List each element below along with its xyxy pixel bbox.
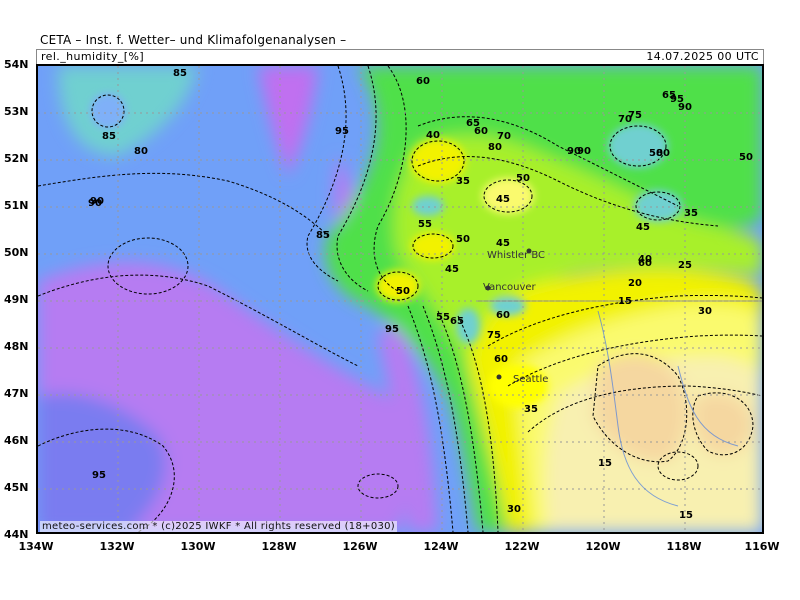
contour-label: 35 xyxy=(456,176,470,187)
lon-label-124w: 124W xyxy=(423,540,459,553)
lon-label-126w: 126W xyxy=(342,540,378,553)
contour-label: 95 xyxy=(92,470,106,481)
contour-label: 15 xyxy=(618,296,632,307)
lon-label-128w: 128W xyxy=(261,540,297,553)
humidity-map[interactable]: Whistler BC Vancouver Seattle 85 90 85 8… xyxy=(38,66,762,532)
lat-label-45n: 45N xyxy=(4,481,29,494)
contour-label: 70 xyxy=(618,114,632,125)
contour-label: 85 xyxy=(102,131,116,142)
contour-label: 45 xyxy=(496,194,510,205)
moist-pocket-52n xyxy=(608,124,668,168)
contour-label: 60 xyxy=(474,126,488,137)
city-whistler: Whistler BC xyxy=(487,250,545,261)
lat-label-49n: 49N xyxy=(4,293,29,306)
contour-label: 90 xyxy=(90,196,104,207)
contour-label: 35 xyxy=(684,208,698,219)
city-seattle: Seattle xyxy=(513,374,548,385)
contour-label: 85 xyxy=(173,68,187,79)
contour-label: 60 xyxy=(494,354,508,365)
contour-label: 45 xyxy=(636,222,650,233)
contour-label: 25 xyxy=(678,260,692,271)
moist-pocket-50n xyxy=(412,196,444,216)
lon-label-118w: 118W xyxy=(666,540,702,553)
contour-label: 35 xyxy=(524,404,538,415)
contour-label: 50 xyxy=(516,173,530,184)
contour-label: 85 xyxy=(316,230,330,241)
contour-label: 95 xyxy=(385,324,399,335)
contour-label: 60 xyxy=(416,76,430,87)
contour-label: 55 xyxy=(436,312,450,323)
contour-label: 15 xyxy=(679,510,693,521)
contour-label: 30 xyxy=(698,306,712,317)
contour-label: 65 xyxy=(450,316,464,327)
lat-label-54n: 54N xyxy=(4,58,29,71)
lon-label-132w: 132W xyxy=(99,540,135,553)
lon-label-130w: 130W xyxy=(180,540,216,553)
lon-label-134w: 134W xyxy=(18,540,54,553)
contour-label: 45 xyxy=(496,238,510,249)
dry-pocket-50-30 xyxy=(411,232,455,260)
contour-label: 50 xyxy=(456,234,470,245)
contour-label: 75 xyxy=(487,330,501,341)
contour-label: 40 xyxy=(426,130,440,141)
contour-label: 30 xyxy=(507,504,521,515)
contour-label: 50 xyxy=(649,148,663,159)
contour-label: 90 xyxy=(577,146,591,157)
lon-label-120w: 120W xyxy=(585,540,621,553)
lat-label-53n: 53N xyxy=(4,105,29,118)
header-bar: rel._humidity_[%] 14.07.2025 00 UTC xyxy=(36,49,764,65)
lat-label-48n: 48N xyxy=(4,340,29,353)
lat-label-52n: 52N xyxy=(4,152,29,165)
contour-label: 60 xyxy=(496,310,510,321)
copyright-credit: meteo-services.com * (c)2025 IWKF * All … xyxy=(40,521,398,532)
contour-label: 15 xyxy=(598,458,612,469)
lon-label-116w: 116W xyxy=(744,540,780,553)
seattle-marker xyxy=(496,374,502,380)
contour-label: 20 xyxy=(628,278,642,289)
contour-label: 80 xyxy=(488,142,502,153)
valid-time: 14.07.2025 00 UTC xyxy=(646,50,759,63)
contour-label: 40 xyxy=(638,254,652,265)
page-title: CETA – Inst. f. Wetter– und Klimafolgena… xyxy=(40,33,347,47)
lon-label-122w: 122W xyxy=(504,540,540,553)
contour-label: 55 xyxy=(418,219,432,230)
contour-label: 90 xyxy=(678,102,692,113)
seattle-yellow-pocket xyxy=(488,364,548,408)
contour-label: 45 xyxy=(445,264,459,275)
moist-pocket-53n xyxy=(90,93,126,129)
parameter-label: rel._humidity_[%] xyxy=(41,50,145,63)
contour-label: 50 xyxy=(396,286,410,297)
contour-label: 70 xyxy=(497,131,511,142)
contour-label: 50 xyxy=(739,152,753,163)
lat-label-50n: 50N xyxy=(4,246,29,259)
contour-label: 95 xyxy=(335,126,349,137)
lat-label-46n: 46N xyxy=(4,434,29,447)
contour-label: 80 xyxy=(134,146,148,157)
lat-label-51n: 51N xyxy=(4,199,29,212)
lat-label-47n: 47N xyxy=(4,387,29,400)
map-frame[interactable]: Whistler BC Vancouver Seattle 85 90 85 8… xyxy=(36,64,764,534)
city-vancouver: Vancouver xyxy=(483,282,537,293)
